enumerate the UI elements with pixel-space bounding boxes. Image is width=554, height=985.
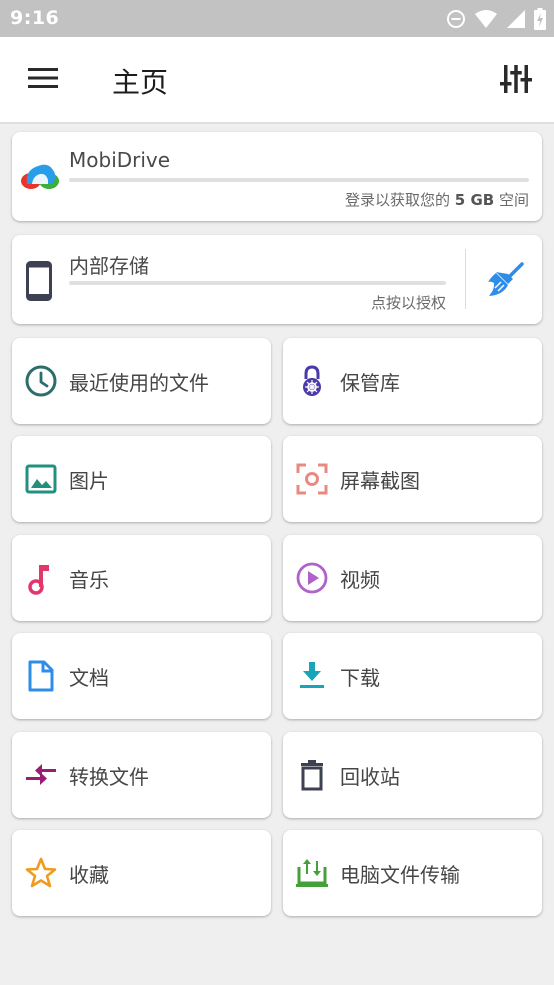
tile-screenshots[interactable]: 屏幕截图 <box>283 436 542 522</box>
tile-recent-files[interactable]: 最近使用的文件 <box>12 338 271 424</box>
document-icon <box>28 660 54 692</box>
status-bar: 9:16 <box>0 0 554 37</box>
tile-label: 电脑文件传输 <box>340 863 460 887</box>
clock-icon <box>25 365 57 397</box>
tile-label: 屏幕截图 <box>340 469 420 493</box>
mobidrive-usage-bar <box>69 178 529 182</box>
mobidrive-logo-icon <box>21 164 59 189</box>
page-title: 主页 <box>112 66 169 99</box>
tile-recycle-bin[interactable]: 回收站 <box>283 732 542 818</box>
tune-settings-icon[interactable] <box>500 63 532 95</box>
mobidrive-name: MobiDrive <box>69 148 171 172</box>
screenshot-icon <box>296 463 328 495</box>
tile-convert-files[interactable]: 转换文件 <box>12 732 271 818</box>
star-icon <box>25 857 57 888</box>
tile-vault[interactable]: 保管库 <box>283 338 542 424</box>
tile-video[interactable]: 视频 <box>283 535 542 621</box>
internal-storage-name: 内部存储 <box>69 254 149 278</box>
tile-label: 保管库 <box>340 371 400 395</box>
trash-icon <box>301 760 323 791</box>
pc-transfer-icon <box>296 859 328 887</box>
battery-charging-icon <box>534 8 546 30</box>
internal-storage-hint: 点按以授权 <box>370 294 446 312</box>
tile-favorites[interactable]: 收藏 <box>12 830 271 916</box>
video-play-icon <box>296 562 328 594</box>
convert-arrows-icon <box>26 764 56 785</box>
music-note-icon <box>28 565 49 595</box>
tile-label: 文档 <box>69 666 109 690</box>
status-time: 9:16 <box>10 7 60 29</box>
wifi-icon <box>475 10 497 28</box>
tile-music[interactable]: 音乐 <box>12 535 271 621</box>
tile-label: 最近使用的文件 <box>69 371 209 395</box>
divider <box>465 249 466 309</box>
internal-storage-card[interactable]: 内部存储 点按以授权 <box>12 235 542 324</box>
signal-icon <box>507 10 525 28</box>
mobidrive-card[interactable]: MobiDrive 登录以获取您的 5 GB 空间 <box>12 132 542 221</box>
tile-label: 视频 <box>340 568 380 592</box>
vault-lock-icon <box>303 365 321 396</box>
download-icon <box>300 662 324 688</box>
tile-pictures[interactable]: 图片 <box>12 436 271 522</box>
menu-icon[interactable] <box>28 67 58 89</box>
tile-label: 下载 <box>340 666 380 690</box>
image-icon <box>25 464 57 494</box>
tile-label: 收藏 <box>69 863 109 887</box>
internal-storage-usage-bar <box>69 281 446 285</box>
tile-label: 图片 <box>69 469 109 493</box>
do-not-disturb-icon <box>447 10 465 28</box>
app-bar: 主页 <box>0 37 554 124</box>
mobidrive-hint: 登录以获取您的 5 GB 空间 <box>345 191 529 209</box>
tile-documents[interactable]: 文档 <box>12 633 271 719</box>
phone-icon <box>26 261 52 301</box>
tile-label: 转换文件 <box>69 765 149 789</box>
broom-clean-icon[interactable] <box>486 261 526 299</box>
tile-label: 音乐 <box>69 568 109 592</box>
tile-downloads[interactable]: 下载 <box>283 633 542 719</box>
tile-pc-file-transfer[interactable]: 电脑文件传输 <box>283 830 542 916</box>
tile-label: 回收站 <box>340 765 400 789</box>
